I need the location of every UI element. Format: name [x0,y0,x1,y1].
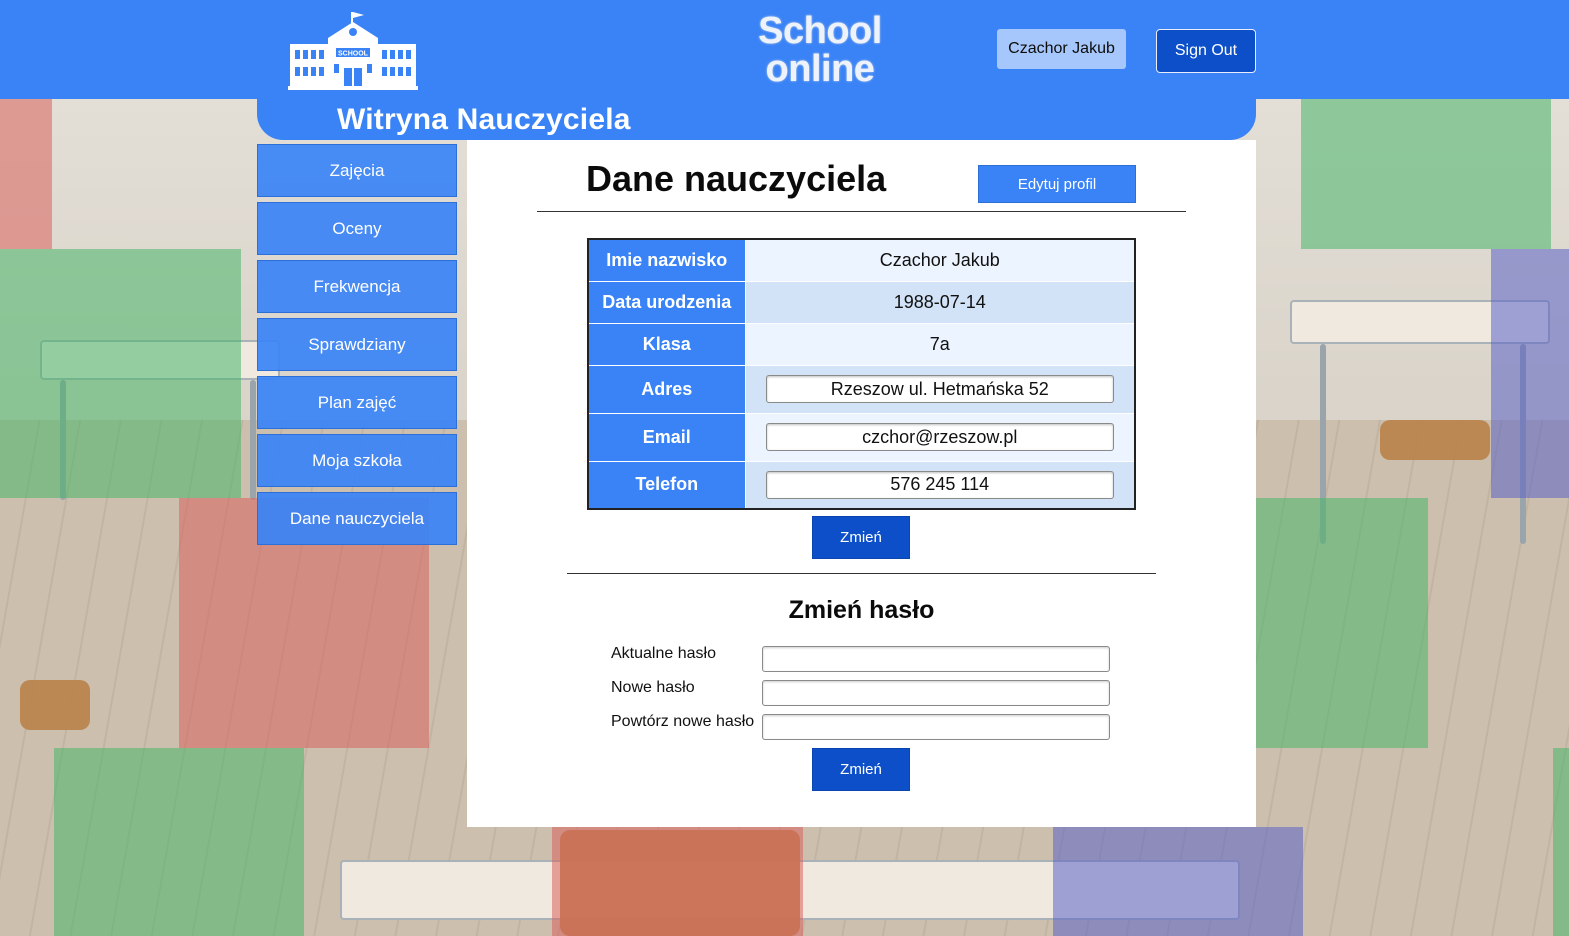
table-row: Email [587,412,1136,462]
class-value: 7a [744,322,1136,366]
main-panel: Dane nauczyciela Edytuj profil Imie nazw… [467,140,1256,827]
table-row: Data urodzenia 1988-07-14 [587,280,1136,324]
sidebar-item-moja-szkola[interactable]: Moja szkoła [257,434,457,487]
divider [567,573,1156,574]
name-label: Imie nazwisko [587,238,746,282]
email-label: Email [587,412,746,462]
class-label: Klasa [587,322,746,366]
new-password-input[interactable] [762,680,1110,706]
logo-sign-text: SCHOOL [338,51,369,58]
sidebar-item-plan-zajec[interactable]: Plan zajęć [257,376,457,429]
sidebar-item-frekwencja[interactable]: Frekwencja [257,260,457,313]
address-field[interactable] [765,375,1114,403]
table-row: Klasa 7a [587,322,1136,366]
dob-value: 1988-07-14 [744,280,1136,324]
sidebar-item-dane-nauczyciela[interactable]: Dane nauczyciela [257,492,457,545]
section-title: Witryna Nauczyciela [337,103,631,136]
school-logo-icon[interactable]: SCHOOL [288,12,418,92]
new-password-label: Nowe hasło [611,679,695,696]
sidebar-item-zajecia[interactable]: Zajęcia [257,144,457,197]
repeat-password-input[interactable] [762,714,1110,740]
change-password-title: Zmień hasło [788,596,935,624]
phone-label: Telefon [587,460,746,510]
name-value: Czachor Jakub [744,238,1136,282]
divider [537,211,1186,212]
teacher-info-table: Imie nazwisko Czachor Jakub Data urodzen… [587,238,1136,510]
change-password-button[interactable]: Zmień [812,748,910,791]
repeat-password-label: Powtórz nowe hasło [611,713,755,730]
brand-title: School online [740,12,900,88]
sidebar-item-oceny[interactable]: Oceny [257,202,457,255]
user-name-button[interactable]: Czachor Jakub [997,29,1126,69]
current-password-input[interactable] [762,646,1110,672]
table-row: Telefon [587,460,1136,510]
sidebar-item-sprawdziany[interactable]: Sprawdziany [257,318,457,371]
edit-profile-button[interactable]: Edytuj profil [978,165,1136,203]
page-title: Dane nauczyciela [586,158,887,199]
save-profile-button[interactable]: Zmień [812,516,910,559]
top-header: SCHOOL School online Czachor Jakub Sign … [0,0,1569,99]
section-band: Witryna Nauczyciela [257,99,1256,140]
table-row: Imie nazwisko Czachor Jakub [587,238,1136,282]
brand-line-1: School [758,10,882,52]
dob-label: Data urodzenia [587,280,746,324]
sign-out-button[interactable]: Sign Out [1156,29,1256,73]
sidebar-nav: Zajęcia Oceny Frekwencja Sprawdziany Pla… [257,144,457,550]
email-field[interactable] [765,423,1114,451]
table-row: Adres [587,364,1136,414]
address-label: Adres [587,364,746,414]
phone-field[interactable] [765,470,1114,499]
current-password-label: Aktualne hasło [611,645,716,662]
brand-line-2: online [765,48,875,90]
